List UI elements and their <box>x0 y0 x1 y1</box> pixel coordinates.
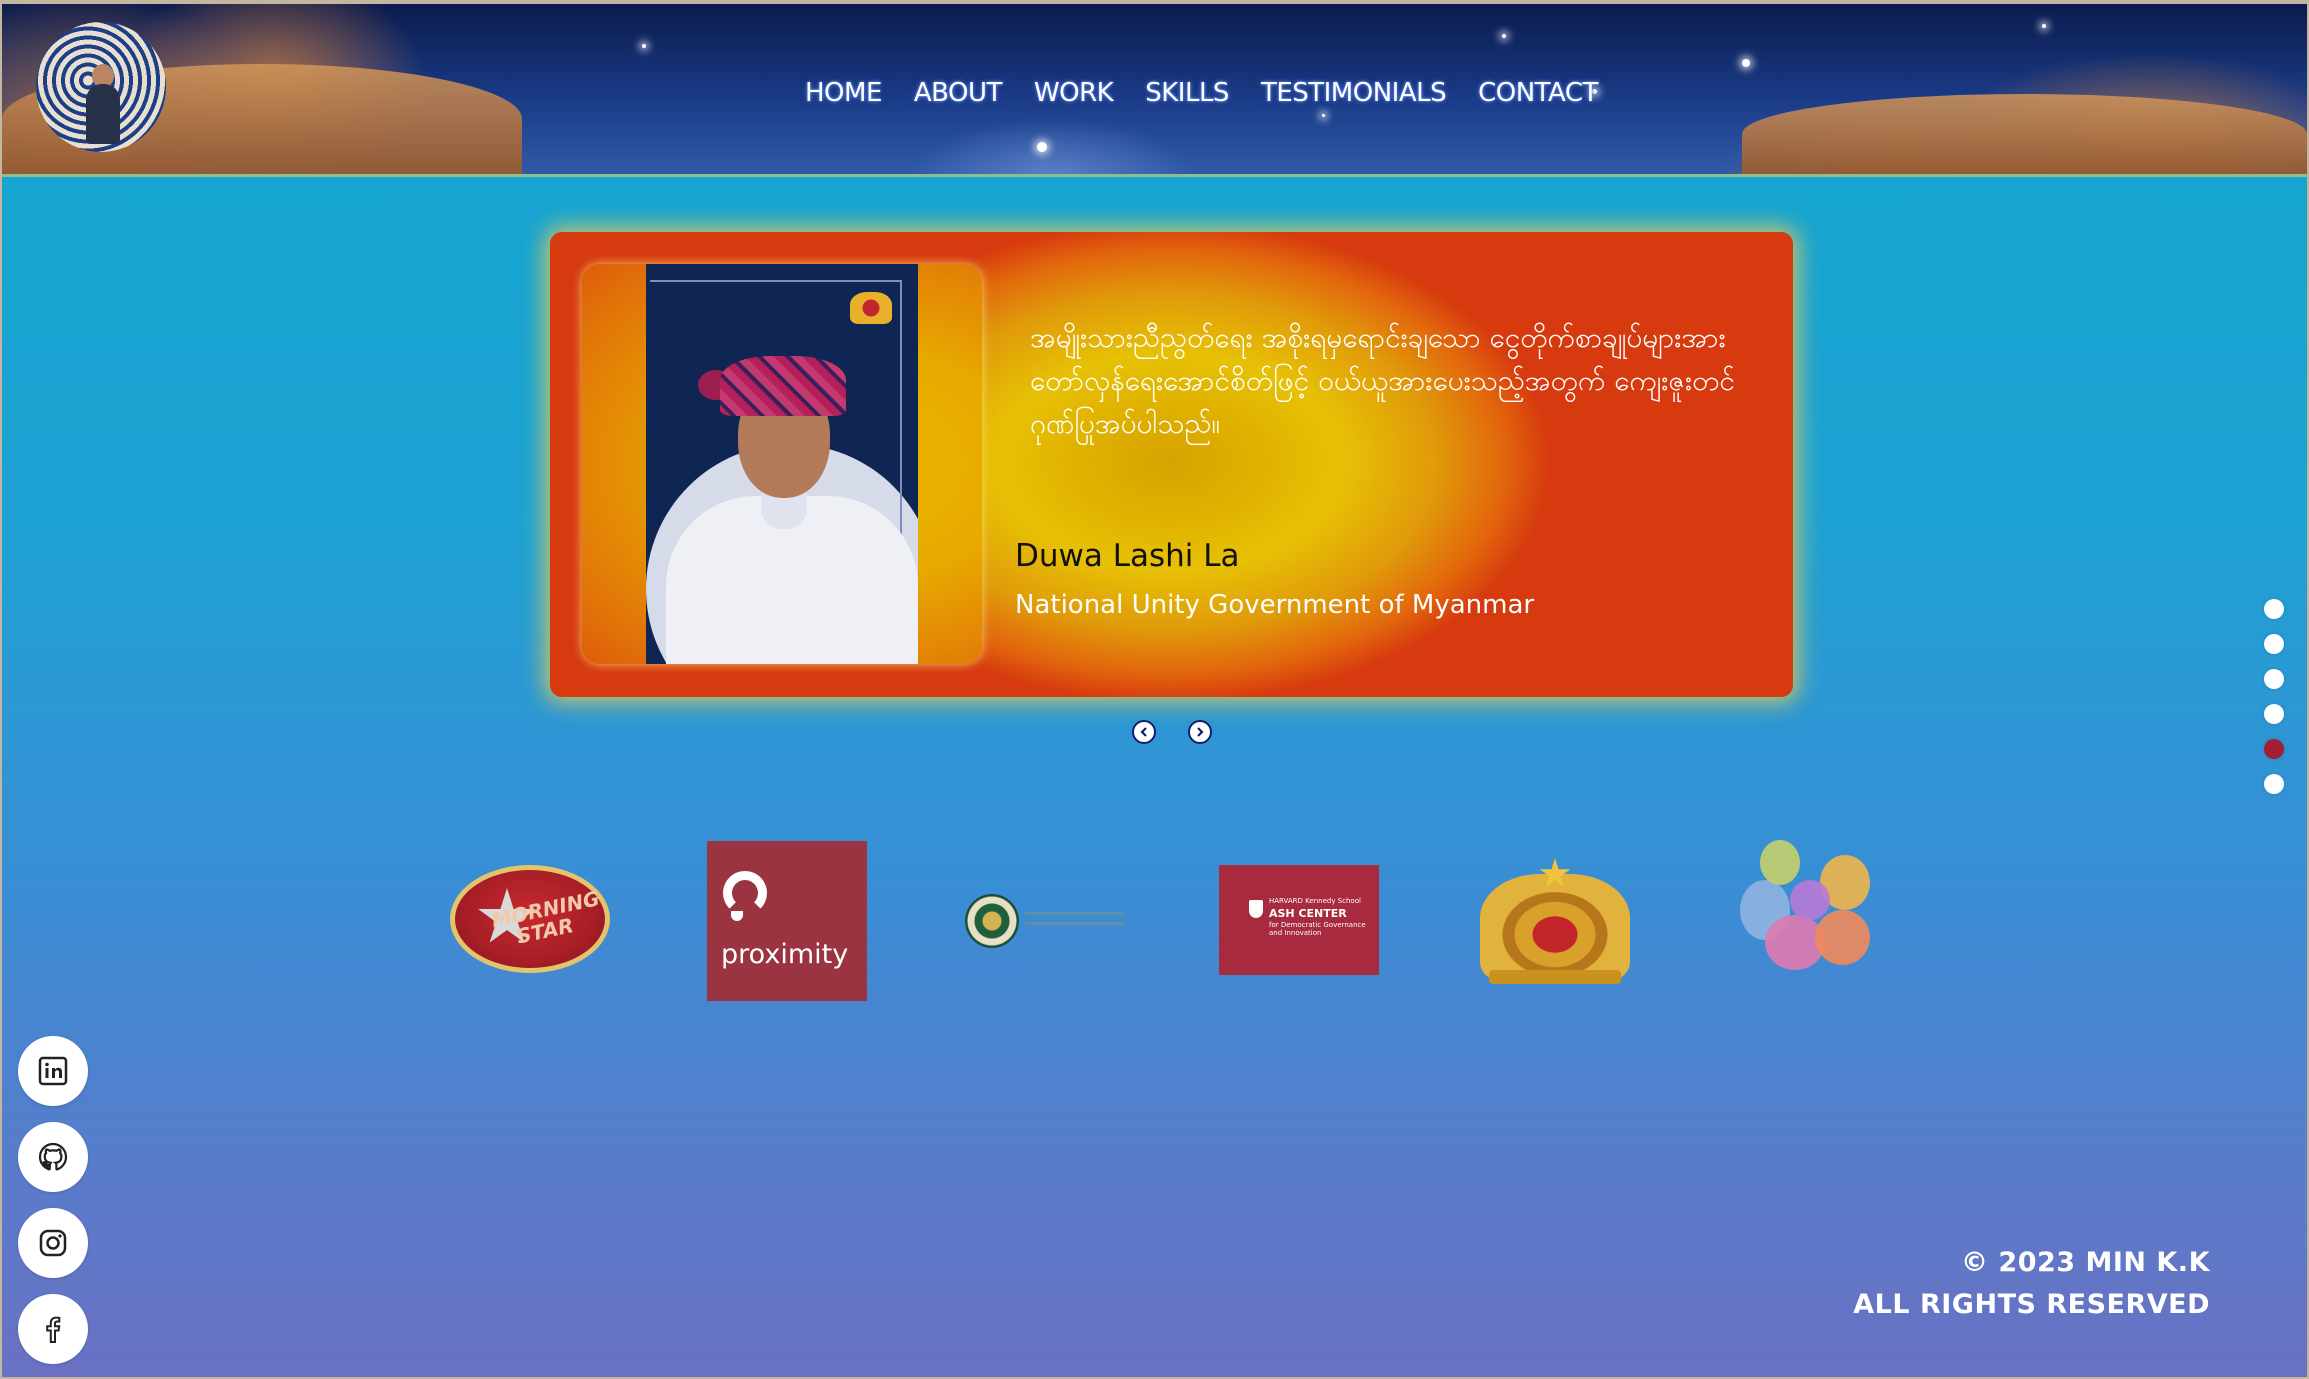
floral-petal <box>1815 910 1870 965</box>
social-links <box>18 1036 88 1364</box>
github-button[interactable] <box>18 1122 88 1192</box>
carousel-next-button[interactable] <box>1188 720 1212 744</box>
carousel-prev-button[interactable] <box>1132 720 1156 744</box>
testimonial-card: အမျိုးသားညီညွတ်ရေး အစိုးရမှရောင်းချသော င… <box>550 232 1793 697</box>
ash-center-title: ASH CENTER <box>1269 907 1347 920</box>
emblem-crest-icon <box>1480 874 1630 984</box>
ash-center-school: HARVARD Kennedy School <box>1269 897 1361 905</box>
photo-hat <box>720 356 846 416</box>
chevron-left-icon <box>1140 727 1147 737</box>
github-icon <box>38 1142 68 1171</box>
star-decoration <box>1037 142 1047 152</box>
testimonial-author-name: Duwa Lashi La <box>1015 538 1240 574</box>
avatar-body <box>86 84 120 144</box>
main-nav: HOME ABOUT WORK SKILLS TESTIMONIALS CONT… <box>805 78 1598 108</box>
nav-work[interactable]: WORK <box>1034 78 1114 108</box>
facebook-button[interactable] <box>18 1294 88 1364</box>
linkedin-button[interactable] <box>18 1036 88 1106</box>
testimonial-photo <box>646 264 918 664</box>
nebula-decoration <box>1742 94 2307 174</box>
floral-petal <box>1760 840 1800 885</box>
proximity-text: proximity <box>721 939 849 970</box>
ministry-seal-logo <box>965 892 1125 950</box>
proximity-ring-tail <box>731 911 743 921</box>
logo-avatar[interactable] <box>36 22 166 152</box>
site-footer: © 2023 MIN K.K ALL RIGHTS RESERVED <box>1853 1242 2210 1326</box>
linkedin-icon <box>38 1056 68 1086</box>
seal-text-line <box>1025 912 1125 915</box>
client-logos: MORNING STAR proximity HARVARD Kennedy S… <box>450 840 1900 1005</box>
seal-text-line <box>1025 922 1125 925</box>
ash-center-subtitle: for Democratic Governance and Innovation <box>1269 921 1366 937</box>
facebook-icon <box>46 1316 61 1343</box>
morning-star-logo: MORNING STAR <box>450 865 610 973</box>
harvard-shield-icon <box>1249 900 1263 918</box>
chevron-right-icon <box>1197 727 1204 737</box>
star-decoration <box>1502 34 1506 38</box>
testimonial-quote: အမျိုးသားညီညွတ်ရေး အစိုးရမှရောင်းချသော င… <box>1030 321 1735 440</box>
footer-copyright: © 2023 MIN K.K <box>1961 1247 2210 1278</box>
section-dot[interactable] <box>2264 634 2284 654</box>
star-decoration <box>1322 114 1325 117</box>
ash-center-logo: HARVARD Kennedy School ASH CENTER for De… <box>1219 865 1379 975</box>
nav-home[interactable]: HOME <box>805 78 882 108</box>
nav-testimonials[interactable]: TESTIMONIALS <box>1261 78 1447 108</box>
seal-badge-icon <box>965 894 1019 948</box>
nav-skills[interactable]: SKILLS <box>1145 78 1229 108</box>
state-emblem-icon <box>850 292 892 324</box>
site-header: HOME ABOUT WORK SKILLS TESTIMONIALS CONT… <box>2 4 2307 177</box>
nav-contact[interactable]: CONTACT <box>1478 78 1598 108</box>
emblem-ribbon <box>1489 970 1621 984</box>
star-decoration <box>2042 24 2046 28</box>
proximity-logo: proximity <box>707 841 867 1001</box>
floral-petal <box>1790 880 1830 920</box>
star-decoration <box>642 44 646 48</box>
section-dot[interactable] <box>2264 704 2284 724</box>
floral-bird-logo <box>1730 840 1895 990</box>
nav-about[interactable]: ABOUT <box>914 78 1003 108</box>
footer-rights: ALL RIGHTS RESERVED <box>1853 1289 2210 1320</box>
state-emblem-logo <box>1475 858 1635 988</box>
section-dot[interactable] <box>2264 774 2284 794</box>
section-dot[interactable] <box>2264 599 2284 619</box>
instagram-icon <box>39 1229 67 1257</box>
proximity-ring-icon <box>723 871 767 915</box>
star-decoration <box>1742 59 1750 67</box>
section-dot[interactable] <box>2264 669 2284 689</box>
section-dots <box>2264 599 2284 794</box>
instagram-button[interactable] <box>18 1208 88 1278</box>
testimonial-author-org: National Unity Government of Myanmar <box>1015 590 1535 620</box>
section-dot-active[interactable] <box>2264 739 2284 759</box>
